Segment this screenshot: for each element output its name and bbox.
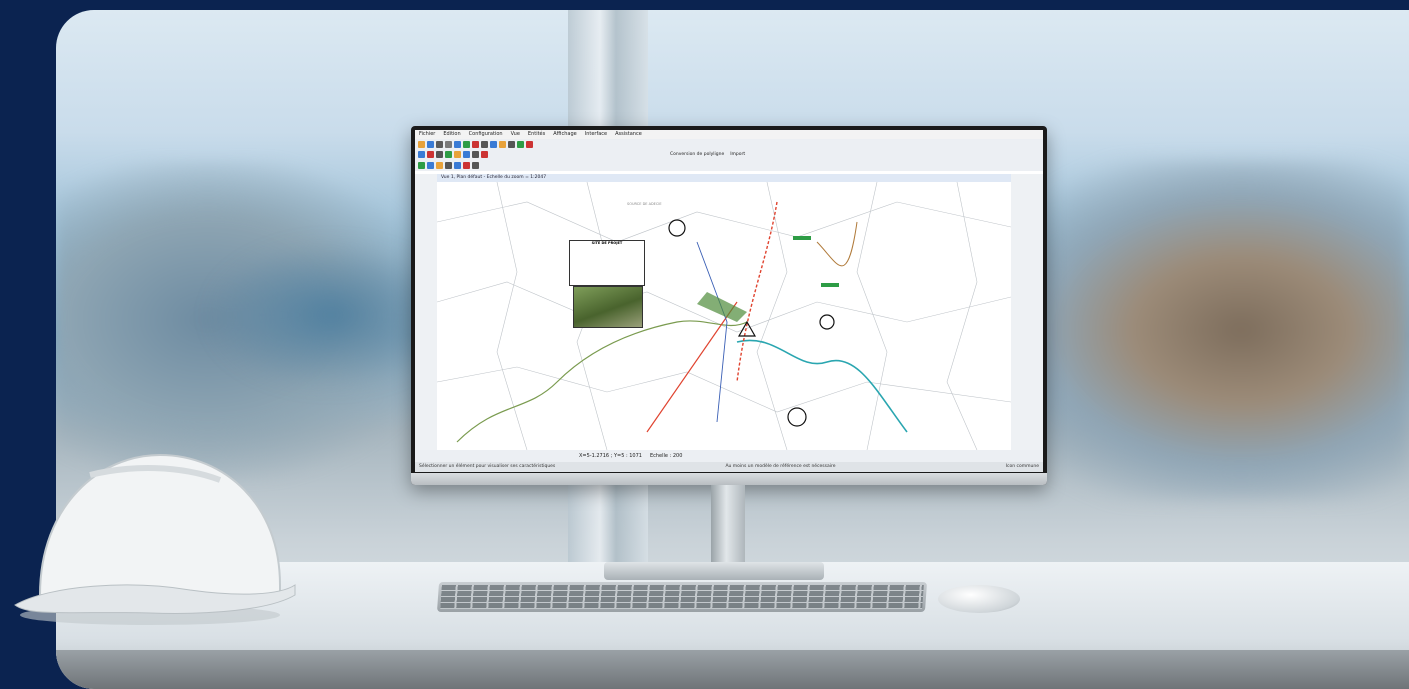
toolbar-3 [415, 159, 1043, 171]
crosshair-icon [819, 314, 835, 330]
folder-icon[interactable] [499, 140, 506, 148]
menu-item[interactable]: Interface [585, 130, 607, 139]
left-panel [415, 174, 437, 450]
table-icon[interactable] [517, 140, 524, 148]
draw-polyline-icon[interactable] [427, 150, 434, 158]
toolbar-2: Conversion de polyligne Import [415, 149, 1043, 159]
legend-box: SITE DE PROJET [569, 240, 645, 286]
import-label[interactable]: Import [730, 152, 745, 157]
symbol-icon[interactable] [454, 150, 461, 158]
menu-item[interactable]: Affichage [553, 130, 577, 139]
monitor-screen: Fichier Edition Configuration Vue Entité… [415, 130, 1043, 472]
north-arrow-icon [668, 219, 686, 237]
menu-item[interactable]: Assistance [615, 130, 642, 139]
rotate-icon[interactable] [463, 150, 470, 158]
monitor-stand [711, 485, 745, 567]
bottom-bar: Sélectionner un élément pour visualiser … [415, 462, 1043, 472]
layer-text: Icon commune [1005, 464, 1039, 469]
blurred-city-right [989, 160, 1409, 500]
text-icon[interactable] [436, 150, 443, 158]
toolbar-1 [415, 139, 1043, 149]
play-icon[interactable] [418, 161, 425, 169]
site-photo [573, 286, 643, 328]
coords-readout: X=5-1.2716 ; Y=5 : 1071 [579, 453, 642, 459]
print-icon[interactable] [436, 140, 443, 148]
menu-item[interactable]: Edition [443, 130, 460, 139]
snap-icon[interactable] [445, 150, 452, 158]
add-icon[interactable] [463, 140, 470, 148]
map-drawing [436, 181, 1012, 451]
scale-readout: Echelle : 200 [649, 453, 683, 459]
status-bar: X=5-1.2716 ; Y=5 : 1071 Echelle : 200 [415, 450, 1043, 462]
open-icon[interactable] [418, 140, 425, 148]
menu-item[interactable]: Vue [511, 130, 520, 139]
move-icon[interactable] [472, 150, 479, 158]
copy-icon[interactable] [445, 140, 452, 148]
measure-icon[interactable] [481, 140, 488, 148]
draw-line-icon[interactable] [418, 150, 425, 158]
map-canvas[interactable]: SITE DE PROJET SOURCE DE ADECIE [436, 181, 1012, 451]
select-icon[interactable] [472, 161, 479, 169]
conversion-label[interactable]: Conversion de polyligne [670, 152, 724, 157]
menu-bar: Fichier Edition Configuration Vue Entité… [415, 130, 1043, 139]
reference-text: Au moins un modèle de référence est néce… [725, 464, 836, 469]
right-panel [1011, 174, 1043, 450]
view-title: Vue 1, Plan défaut - Echelle du zoom = 1… [437, 174, 1015, 182]
hatch-icon[interactable] [463, 161, 470, 169]
style-icon[interactable] [427, 161, 434, 169]
menu-item[interactable]: Fichier [419, 130, 435, 139]
menu-item[interactable]: Entités [528, 130, 545, 139]
keyboard [436, 582, 928, 612]
map-marker [793, 236, 811, 240]
hint-text: Sélectionner un élément pour visualiser … [419, 464, 556, 469]
zoom-icon[interactable] [490, 140, 497, 148]
grid-icon[interactable] [508, 140, 515, 148]
crosshair-icon [787, 407, 807, 427]
erase-icon[interactable] [481, 150, 488, 158]
hard-hat [14, 453, 296, 625]
legend-title: SITE DE PROJET [591, 241, 623, 245]
monitor-chin [411, 473, 1047, 485]
pen-icon[interactable] [526, 140, 533, 148]
mouse [938, 585, 1020, 613]
map-label: SOURCE DE ADECIE [627, 202, 662, 206]
monitor: Fichier Edition Configuration Vue Entité… [411, 126, 1047, 485]
color-icon[interactable] [436, 161, 443, 169]
width-icon[interactable] [445, 161, 452, 169]
menu-item[interactable]: Configuration [469, 130, 503, 139]
monitor-base [604, 562, 824, 580]
desk-edge [56, 650, 1409, 689]
save-icon[interactable] [427, 140, 434, 148]
layer-icon[interactable] [454, 140, 461, 148]
fill-icon[interactable] [454, 161, 461, 169]
delete-icon[interactable] [472, 140, 479, 148]
map-marker [821, 283, 839, 287]
